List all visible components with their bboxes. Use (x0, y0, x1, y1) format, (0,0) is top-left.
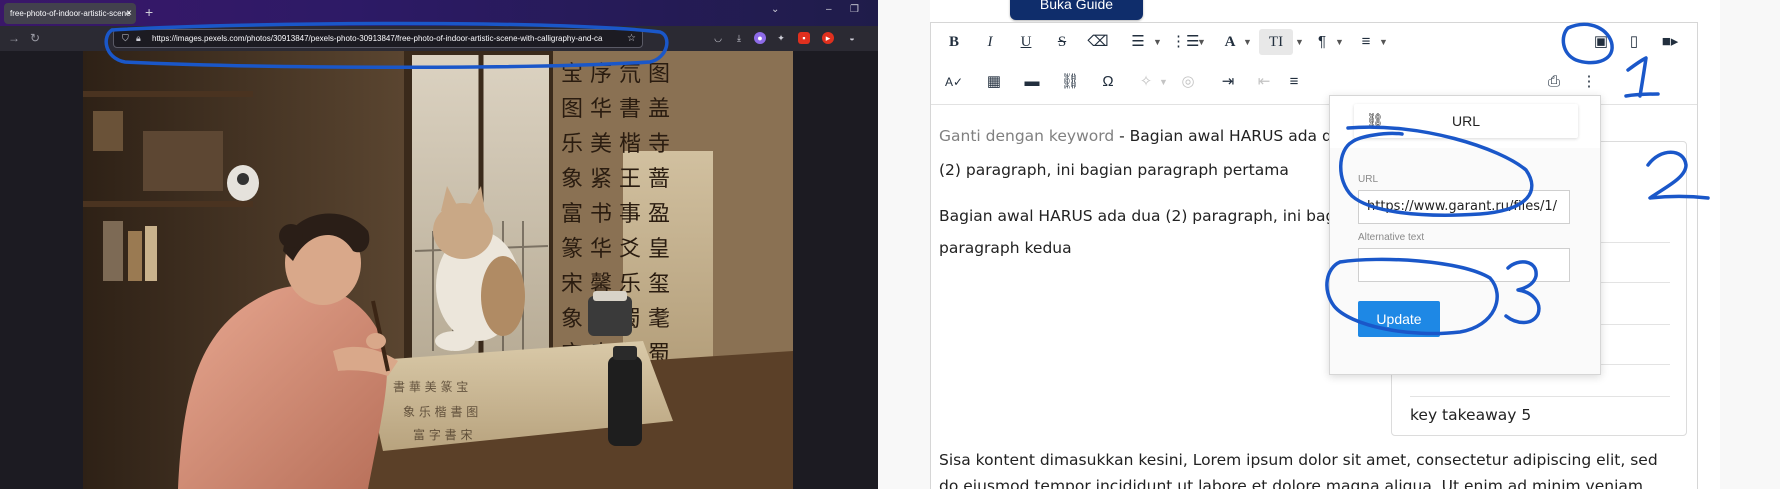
font-size-icon[interactable]: TI (1259, 29, 1293, 55)
guide-button[interactable]: Buka Guide (1010, 0, 1143, 20)
reload-icon[interactable]: ↻ (30, 31, 40, 45)
align-left-icon[interactable]: ≡ (1287, 71, 1301, 93)
photo-illustration: 宝 序 氘 图 图 华 書 盖 乐 美 楷 寺 象 紧 王 蔷 富 书 事 盈 … (83, 51, 793, 489)
bold-icon[interactable]: B (943, 31, 965, 53)
extension-icon[interactable]: ● (754, 32, 766, 44)
tab-list-icon[interactable]: ⌄ (771, 4, 779, 15)
paragraph-2-line-1: Bagian awal HARUS ada dua (2) paragraph,… (939, 207, 1340, 225)
browser-window: free-photo-of-indoor-artistic-scene × + … (0, 0, 878, 489)
text-color-icon[interactable]: A (1219, 31, 1241, 53)
takeaway-item: key takeaway 5 (1410, 406, 1532, 424)
chevron-down-icon[interactable]: ▼ (1335, 31, 1344, 53)
download-icon[interactable]: ⤓ (733, 32, 745, 44)
horizontal-rule-icon[interactable]: ▬ (1021, 71, 1043, 93)
chevron-down-icon[interactable]: ▼ (1295, 31, 1304, 53)
keyword-placeholder: Ganti dengan keyword (939, 127, 1115, 145)
minimize-icon[interactable]: – (826, 4, 832, 15)
chevron-down-icon[interactable]: ▼ (1153, 31, 1162, 53)
tab-close-icon[interactable]: × (126, 3, 132, 24)
calligraphy-photo: 宝 序 氘 图 图 华 書 盖 乐 美 楷 寺 象 紧 王 蔷 富 书 事 盈 … (83, 51, 793, 489)
tracking-shield-icon[interactable]: ⛉ (122, 30, 129, 47)
spellcheck-icon[interactable]: A✓ (943, 71, 965, 93)
indent-icon[interactable]: ⇥ (1217, 71, 1239, 93)
nav-bar: → ↻ ⛉ 🔒︎ https://images.pexels.com/photo… (0, 26, 878, 51)
pocket-icon[interactable]: ◡ (712, 32, 724, 44)
address-url: https://images.pexels.com/photos/3091384… (152, 34, 603, 43)
svg-text:書 華 美 篆 宝: 書 華 美 篆 宝 (393, 379, 468, 394)
clear-format-icon[interactable]: ⌫ (1087, 31, 1109, 53)
bookmark-star-icon[interactable]: ☆ (627, 30, 636, 47)
paragraph-3-line-2: do eiusmod tempor incididunt ut labore e… (939, 477, 1648, 489)
italic-icon[interactable]: I (979, 31, 1001, 53)
magic-icon: ✧ (1139, 73, 1153, 90)
link-icon[interactable]: ⛓ (1059, 71, 1081, 93)
forward-icon[interactable]: → (8, 31, 20, 45)
url-tab-button[interactable]: ⛓ URL (1354, 104, 1578, 138)
table-icon[interactable]: ▦ (983, 71, 1005, 93)
url-tab-label: URL (1451, 113, 1480, 129)
svg-text:篆 华 爻 皇: 篆 华 爻 皇 (561, 237, 670, 262)
svg-text:乐 美 楷 寺: 乐 美 楷 寺 (561, 132, 670, 157)
paragraph-1-line-2: (2) paragraph, ini bagian paragraph pert… (939, 161, 1289, 179)
svg-text:图 华 書 盖: 图 华 書 盖 (561, 97, 670, 122)
image-icon[interactable]: ▣ (1589, 31, 1613, 53)
bullet-list-icon[interactable]: ☰ (1127, 31, 1149, 53)
numbered-list-icon[interactable]: ⋮☰ (1171, 31, 1199, 53)
svg-text:宝 序 氘 图: 宝 序 氘 图 (561, 62, 670, 87)
svg-text:富 字 書 宋: 富 字 書 宋 (413, 427, 472, 442)
red-extension-icon[interactable]: ▪ (798, 32, 810, 44)
align-icon[interactable]: ≡ (1355, 31, 1377, 53)
robot-icon: ◎ (1181, 73, 1195, 90)
browser-tab[interactable]: free-photo-of-indoor-artistic-scene × (4, 3, 136, 24)
divider (1410, 396, 1670, 397)
paragraph-2-line-2: paragraph kedua (939, 239, 1072, 257)
lock-icon[interactable]: 🔒︎ (136, 30, 141, 47)
chevron-down-icon[interactable]: ▼ (1197, 31, 1206, 53)
dialog-body: URL https://www.garant.ru/files/1/ Alter… (1330, 148, 1600, 374)
video-icon[interactable]: ■▸ (1659, 31, 1681, 53)
url-input[interactable]: https://www.garant.ru/files/1/ (1358, 190, 1570, 224)
url-label: URL (1358, 174, 1379, 185)
paragraph-icon[interactable]: ¶ (1311, 31, 1333, 53)
page-viewport: 宝 序 氘 图 图 华 書 盖 乐 美 楷 寺 象 紧 王 蔷 富 书 事 盈 … (0, 51, 878, 489)
outdent-icon: ⇤ (1257, 73, 1271, 90)
tab-bar: free-photo-of-indoor-artistic-scene × + … (0, 0, 878, 26)
file-icon[interactable]: ▯ (1623, 31, 1645, 53)
svg-text:富 书 事 盈: 富 书 事 盈 (561, 202, 670, 227)
chevron-down-icon[interactable]: ▼ (1243, 31, 1252, 53)
svg-text:象 乐 楷 書 图: 象 乐 楷 書 图 (403, 404, 478, 419)
image-dialog: ⛓ URL URL https://www.garant.ru/files/1/… (1329, 95, 1601, 375)
extensions-puzzle-icon[interactable]: ✦ (775, 32, 787, 44)
print-icon[interactable]: ⎙ (1543, 71, 1565, 93)
chevron-down-icon: ▼ (1159, 77, 1168, 87)
account-icon[interactable]: ◒ (846, 32, 858, 44)
new-tab-button[interactable]: + (145, 3, 153, 21)
tab-title: free-photo-of-indoor-artistic-scene (10, 9, 131, 18)
youtube-extension-icon[interactable]: ▸ (822, 32, 834, 44)
update-button[interactable]: Update (1358, 301, 1440, 337)
paragraph-1-text: - Bagian awal HARUS ada du (1114, 127, 1342, 145)
address-bar[interactable]: ⛉ 🔒︎ https://images.pexels.com/photos/30… (113, 29, 643, 48)
chevron-down-icon[interactable]: ▼ (1379, 31, 1388, 53)
editor-card: Buka Guide B I U S ⌫ ☰ ▼ ⋮☰ ▼ A ▼ TI ▼ ¶… (930, 0, 1720, 489)
alt-text-input[interactable] (1358, 248, 1570, 282)
editor-page: Buka Guide B I U S ⌫ ☰ ▼ ⋮☰ ▼ A ▼ TI ▼ ¶… (878, 0, 1780, 489)
restore-icon[interactable]: ❐ (850, 4, 859, 15)
screenshot-root: free-photo-of-indoor-artistic-scene × + … (0, 0, 1780, 489)
svg-text:象 紧 王 蔷: 象 紧 王 蔷 (561, 167, 670, 192)
strikethrough-icon[interactable]: S (1051, 31, 1073, 53)
editor-toolbar: B I U S ⌫ ☰ ▼ ⋮☰ ▼ A ▼ TI ▼ ¶ ▼ ≡ ▼ ▣ ▯ … (931, 23, 1697, 105)
paragraph-3-line-1: Sisa kontent dimasukkan kesini, Lorem ip… (939, 451, 1658, 469)
underline-icon[interactable]: U (1015, 31, 1037, 53)
rich-text-editor: B I U S ⌫ ☰ ▼ ⋮☰ ▼ A ▼ TI ▼ ¶ ▼ ≡ ▼ ▣ ▯ … (930, 22, 1698, 489)
special-char-icon[interactable]: Ω (1097, 71, 1119, 93)
alt-text-label: Alternative text (1358, 232, 1425, 243)
more-icon[interactable]: ⋮ (1581, 71, 1597, 93)
